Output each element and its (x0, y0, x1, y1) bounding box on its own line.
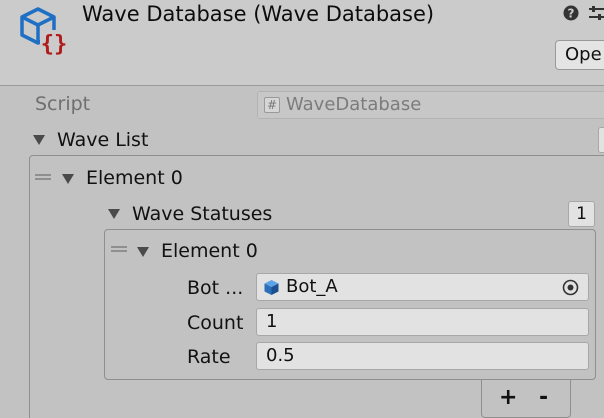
preset-icon[interactable] (587, 5, 604, 22)
object-picker-icon[interactable] (562, 279, 579, 296)
svg-text:{}: {} (41, 32, 68, 56)
scriptable-object-icon: {} (20, 7, 68, 56)
wave-list-size-field[interactable] (598, 127, 604, 153)
list-footer: + - (481, 380, 571, 418)
drag-handle[interactable] (35, 174, 51, 180)
wave-statuses-size-field[interactable]: 1 (568, 201, 595, 227)
open-button[interactable]: Ope (555, 40, 604, 70)
rate-field[interactable]: 0.5 (256, 342, 589, 370)
drag-handle[interactable] (111, 246, 127, 252)
element-foldout-arrow[interactable] (62, 174, 74, 184)
add-element-button[interactable]: + (499, 385, 517, 410)
wave-list-foldout-arrow[interactable] (33, 135, 45, 145)
element-foldout-arrow[interactable] (137, 247, 149, 257)
wave-element-label[interactable]: Element 0 (86, 167, 183, 189)
prefab-cube-icon (264, 280, 279, 295)
rate-label: Rate (187, 346, 231, 368)
bot-value: Bot_A (286, 276, 338, 297)
help-icon[interactable]: ? (563, 5, 579, 21)
svg-text:?: ? (568, 7, 575, 21)
script-hash-icon: # (264, 97, 280, 113)
bot-label: Bot ... (187, 277, 244, 299)
script-label: Script (35, 93, 91, 115)
inspector-header: {} Wave Database (Wave Database) ? Ope (0, 0, 604, 86)
remove-element-button[interactable]: - (539, 385, 548, 410)
wave-statuses-label[interactable]: Wave Statuses (132, 203, 272, 225)
count-label: Count (187, 312, 244, 334)
script-field[interactable]: # WaveDatabase (257, 91, 604, 119)
status-element-label[interactable]: Element 0 (161, 240, 258, 262)
bot-object-field[interactable]: Bot_A (256, 273, 589, 301)
count-field[interactable]: 1 (256, 308, 589, 336)
wave-statuses-foldout-arrow[interactable] (108, 209, 120, 219)
wave-list-label[interactable]: Wave List (57, 129, 148, 151)
inspector-title: Wave Database (Wave Database) (82, 2, 435, 26)
script-value: WaveDatabase (286, 94, 422, 115)
